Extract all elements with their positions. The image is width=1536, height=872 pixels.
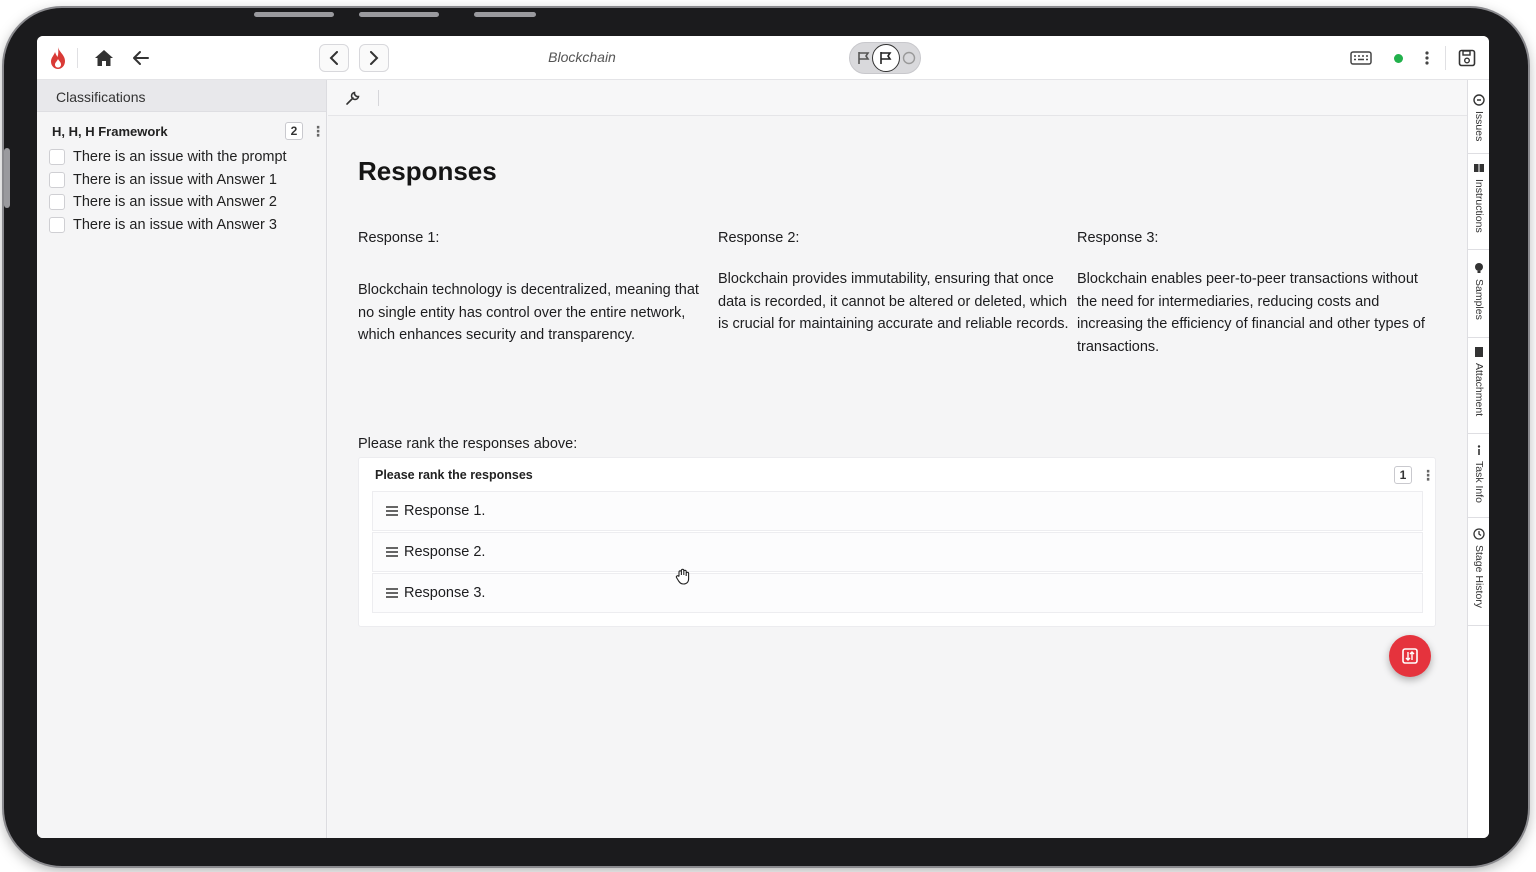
top-bar: Blockchain (37, 36, 1489, 80)
app-screen: Blockchain Classifications H, H, H Frame… (37, 36, 1489, 838)
rail-tab-instructions[interactable]: Instructions (1468, 158, 1489, 250)
classification-item[interactable]: There is an issue with Answer 1 (49, 170, 277, 190)
document-title: Blockchain (548, 49, 616, 65)
response-heading: Response 1: (358, 230, 440, 246)
group-menu-button[interactable]: ⋮ (311, 124, 325, 138)
flag-icon (858, 52, 870, 64)
arrow-left-icon[interactable] (129, 46, 153, 70)
rank-prompt: Please rank the responses above: (358, 436, 578, 452)
drag-handle-icon[interactable] (385, 587, 399, 599)
keyboard-icon[interactable] (1349, 48, 1373, 68)
lightbulb-icon (1475, 263, 1483, 273)
rail-tab-attachment[interactable]: Attachment (1468, 342, 1489, 434)
clock-icon (1473, 528, 1485, 540)
bezel-button (254, 12, 334, 17)
rail-tab-stage-history[interactable]: Stage History (1468, 524, 1489, 626)
classification-item[interactable]: There is an issue with Answer 2 (49, 192, 277, 212)
book-icon (1474, 164, 1484, 172)
ranking-widget: Please rank the responses 1 ⋮ Response 1… (358, 457, 1436, 627)
issues-icon (1473, 94, 1485, 106)
circle-check-icon (902, 51, 916, 65)
classification-label: There is an issue with Answer 1 (73, 172, 277, 188)
chevron-right-icon (370, 51, 379, 65)
checkbox[interactable] (49, 217, 65, 233)
right-side-rail: Issues Instructions Samples Attachment T… (1467, 80, 1489, 838)
content-toolbar (328, 80, 1467, 116)
bezel-button (474, 12, 536, 17)
classification-group-title: H, H, H Framework (52, 124, 168, 139)
rail-tab-label: Issues (1473, 111, 1485, 142)
rail-tab-issues[interactable]: Issues (1468, 90, 1489, 154)
panel-header: Classifications (37, 80, 326, 112)
grab-hand-icon (674, 566, 692, 586)
ranking-count-badge: 1 (1394, 466, 1412, 484)
classification-label: There is an issue with Answer 3 (73, 217, 277, 233)
rail-tab-label: Stage History (1473, 545, 1485, 609)
main-content: Responses Response 1: Response 2: Respon… (328, 80, 1467, 838)
rank-item[interactable]: Response 1. (372, 491, 1423, 531)
info-icon (1477, 445, 1481, 455)
response-text: Blockchain technology is decentralized, … (358, 282, 699, 343)
flag-icon (880, 52, 892, 64)
bezel-button (359, 12, 439, 17)
rank-item-label: Response 1. (404, 503, 486, 519)
divider (1445, 46, 1446, 70)
page-title: Responses (358, 156, 497, 186)
checkbox[interactable] (49, 149, 65, 165)
classification-item[interactable]: There is an issue with Answer 3 (49, 215, 277, 235)
attachment-icon (1475, 347, 1483, 357)
rail-tab-task-info[interactable]: Task Info (1468, 440, 1489, 518)
online-status-dot (1394, 54, 1403, 63)
drag-handle-icon[interactable] (385, 546, 399, 558)
rank-item-label: Response 2. (404, 544, 486, 560)
home-icon[interactable] (92, 46, 116, 70)
response-heading: Response 2: (718, 230, 800, 246)
more-vertical-icon[interactable] (1419, 48, 1435, 68)
flag-toggle[interactable] (849, 42, 921, 74)
ranking-menu-button[interactable]: ⋮ (1421, 468, 1435, 482)
classifications-panel: Classifications H, H, H Framework 2 ⋮ Th… (37, 80, 327, 838)
bezel-side-button (4, 148, 10, 208)
rank-item[interactable]: Response 3. (372, 573, 1423, 613)
group-count-badge: 2 (285, 122, 303, 140)
rank-item[interactable]: Response 2. (372, 532, 1423, 572)
previous-item-button[interactable] (319, 44, 349, 72)
save-icon[interactable] (1456, 47, 1478, 69)
ranking-title: Please rank the responses (375, 468, 533, 482)
response-text: Blockchain enables peer-to-peer transact… (1077, 271, 1425, 355)
rail-tab-samples[interactable]: Samples (1468, 258, 1489, 338)
classification-label: There is an issue with Answer 2 (73, 194, 277, 210)
compare-action-button[interactable] (1389, 635, 1431, 677)
checkbox[interactable] (49, 194, 65, 210)
classification-item[interactable]: There is an issue with the prompt (49, 147, 287, 167)
wrench-icon[interactable] (344, 89, 362, 107)
compare-icon (1402, 648, 1418, 664)
checkbox[interactable] (49, 172, 65, 188)
divider (77, 48, 78, 68)
response-text: Blockchain provides immutability, ensuri… (718, 271, 1069, 332)
rail-tab-label: Attachment (1473, 363, 1485, 417)
classification-label: There is an issue with the prompt (73, 149, 287, 165)
flame-logo-icon[interactable] (47, 44, 69, 72)
chevron-left-icon (329, 51, 338, 65)
toggle-knob[interactable] (872, 44, 900, 72)
rail-tab-label: Samples (1473, 279, 1485, 320)
response-heading: Response 3: (1077, 230, 1159, 246)
rail-tab-label: Instructions (1473, 179, 1485, 233)
rail-tab-label: Task Info (1473, 461, 1485, 504)
divider (378, 90, 379, 106)
rank-item-label: Response 3. (404, 585, 486, 601)
drag-handle-icon[interactable] (385, 505, 399, 517)
next-item-button[interactable] (359, 44, 389, 72)
